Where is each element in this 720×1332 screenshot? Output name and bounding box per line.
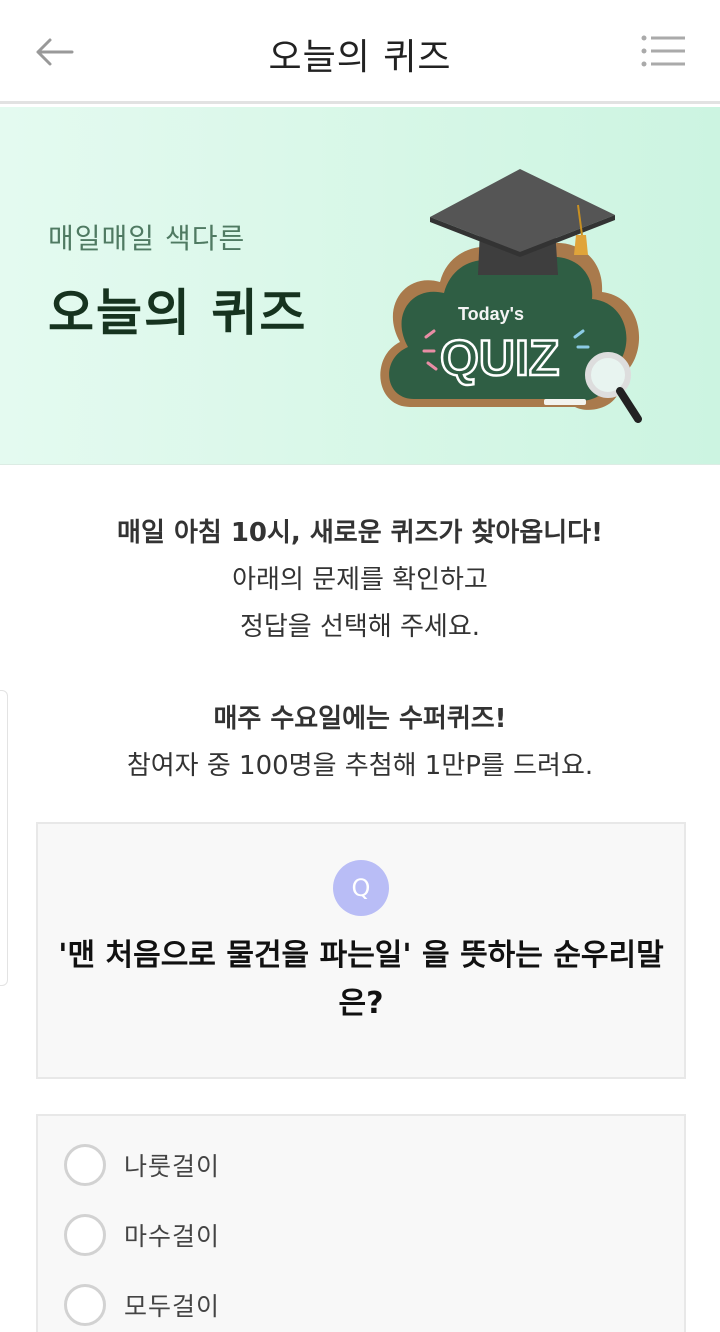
radio-button[interactable] (64, 1284, 106, 1326)
notice-line-2: 참여자 중 100명을 추첨해 1만P를 드려요. (126, 751, 594, 781)
top-bar: 오늘의 퀴즈 (0, 0, 720, 104)
menu-button[interactable] (638, 32, 690, 72)
art-caption: Today's (458, 304, 524, 324)
weekly-notice: 매주 수요일에는 수퍼퀴즈! 참여자 중 100명을 추첨해 1만P를 드려요. (0, 696, 720, 790)
question-card: Q '맨 처음으로 물건을 파는일' 을 뜻하는 순우리말은? (36, 822, 686, 1079)
answer-label: 나룻걸이 (124, 1152, 221, 1181)
radio-button[interactable] (64, 1214, 106, 1256)
answer-option-3[interactable]: 모두걸이 (64, 1284, 220, 1326)
answer-label: 마수걸이 (124, 1222, 221, 1251)
notice-line-1: 매주 수요일에는 수퍼퀴즈! (213, 704, 507, 734)
banner-title: 오늘의 퀴즈 (48, 284, 308, 342)
intro-line-1: 매일 아침 10시, 새로운 퀴즈가 찾아옵니다! (117, 518, 603, 548)
answer-label: 모두걸이 (124, 1292, 221, 1321)
answer-options: 나룻걸이 마수걸이 모두걸이 (36, 1114, 686, 1332)
intro-line-3: 정답을 선택해 주세요. (239, 612, 481, 642)
page-title: 오늘의 퀴즈 (268, 37, 452, 78)
intro-text: 매일 아침 10시, 새로운 퀴즈가 찾아옵니다! 아래의 문제를 확인하고 정… (0, 510, 720, 651)
answer-option-1[interactable]: 나룻걸이 (64, 1144, 220, 1186)
question-text: '맨 처음으로 물건을 파는일' 을 뜻하는 순우리말은? (58, 938, 664, 1021)
radio-button[interactable] (64, 1144, 106, 1186)
quiz-chalkboard-illustration: Today's QUIZ (380, 169, 642, 423)
quiz-banner: 매일매일 색다른 오늘의 퀴즈 Today's QUIZ (0, 107, 720, 465)
side-edge-tab[interactable] (0, 690, 8, 986)
banner-subtitle: 매일매일 색다른 (48, 222, 246, 255)
answer-option-2[interactable]: 마수걸이 (64, 1214, 220, 1256)
art-word: QUIZ (440, 330, 559, 386)
list-menu-icon (641, 35, 685, 67)
intro-line-2: 아래의 문제를 확인하고 (232, 565, 488, 595)
question-badge: Q (333, 860, 389, 916)
